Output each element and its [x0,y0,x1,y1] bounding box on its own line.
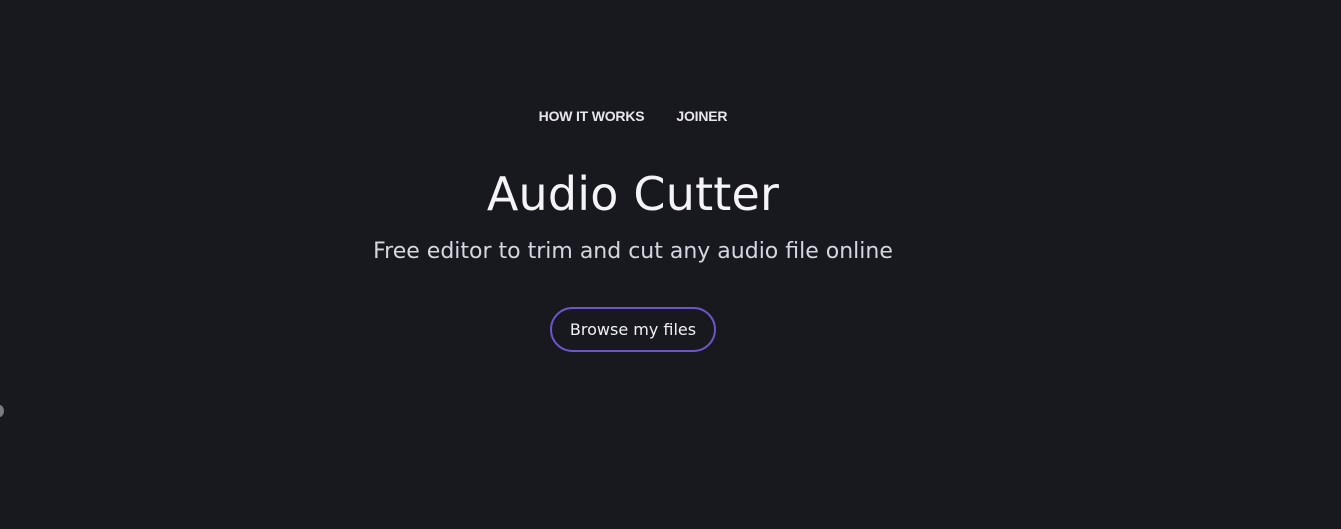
edge-handle-dot [0,405,4,417]
nav-link-joiner[interactable]: JOINER [676,106,727,126]
nav-link-how-it-works[interactable]: HOW IT WORKS [539,106,645,126]
page-subtitle: Free editor to trim and cut any audio fi… [373,239,893,264]
top-nav: HOW IT WORKS JOINER [0,106,1266,126]
page-title: Audio Cutter [486,167,780,221]
browse-files-button[interactable]: Browse my files [550,307,716,352]
page: HOW IT WORKS JOINER Audio Cutter Free ed… [0,0,1341,529]
